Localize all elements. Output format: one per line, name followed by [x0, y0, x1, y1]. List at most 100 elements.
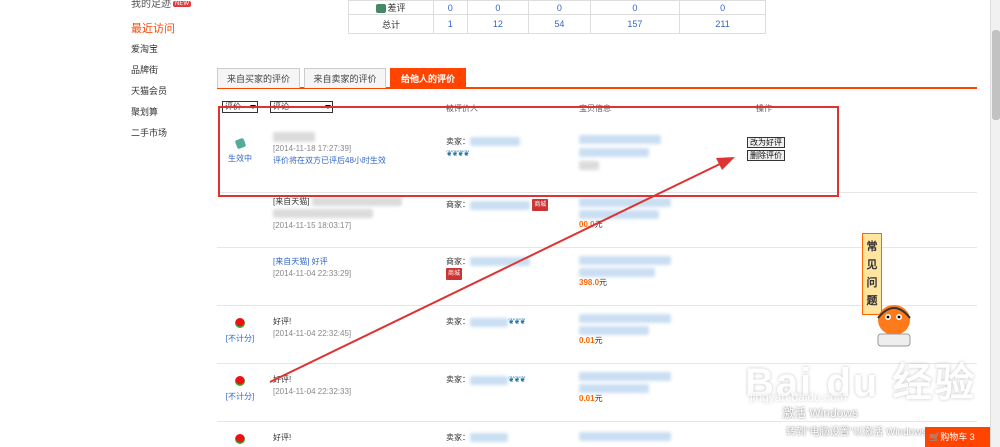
- status-text: [不计分]: [225, 334, 255, 343]
- tab-from-buyers[interactable]: 来自买家的评价: [217, 68, 300, 88]
- blurred-goods[interactable]: [579, 148, 649, 158]
- sidebar-item-juhuasuan[interactable]: 聚划算: [131, 105, 158, 118]
- rating-tabs: 来自买家的评价 来自卖家的评价 给他人的评价: [217, 67, 977, 89]
- mascot-icon: [877, 305, 911, 347]
- row-note: 评价将在双方已评后48小时生效: [273, 156, 386, 165]
- row-time: [2014-11-18 17:27:39]: [273, 144, 352, 153]
- rose-icon: [235, 434, 245, 444]
- col-header-ops: 操作: [756, 104, 772, 113]
- blurred-seller[interactable]: [470, 137, 520, 147]
- blurred-goods[interactable]: [579, 432, 671, 442]
- cart-icon: 🛒: [929, 432, 941, 442]
- status-text: [不计分]: [225, 392, 255, 401]
- activate-windows-text: 转到"电脑设置"以激活 Windows。: [786, 427, 937, 438]
- stats-cell[interactable]: 157: [589, 14, 681, 34]
- rating-filter-select[interactable]: 评价: [222, 101, 258, 113]
- stats-cell[interactable]: 211: [679, 14, 766, 34]
- row-seller: 卖家： ❦❦❦: [446, 375, 526, 385]
- row-ops: 改为好评 删除评价: [747, 137, 785, 163]
- col-header-target: 被评价人: [446, 104, 478, 113]
- row-time: [2014-11-15 18:03:17]: [273, 221, 352, 230]
- sidebar-item-aitaobao[interactable]: 爱淘宝: [131, 42, 158, 55]
- tab-from-sellers[interactable]: 来自卖家的评价: [304, 68, 386, 88]
- row-status: 生效中: [217, 137, 263, 164]
- blurred-goods[interactable]: [579, 210, 659, 220]
- tab-to-others[interactable]: 给他人的评价: [390, 68, 466, 88]
- table-row: 生效中 [2014-11-18 17:27:39] 评价将在双方已评后48小时生…: [217, 127, 977, 193]
- cart-button[interactable]: 🛒购物车 3: [925, 427, 990, 447]
- row-time: [2014-11-04 22:33:29]: [273, 269, 352, 278]
- change-to-good-button[interactable]: 改为好评: [747, 137, 785, 148]
- chevron-down-icon: [250, 105, 256, 109]
- row-goods: 398.0元: [579, 256, 671, 288]
- blurred-seller[interactable]: [470, 317, 508, 327]
- sidebar-item-brand[interactable]: 品牌街: [131, 63, 158, 76]
- blurred-seller[interactable]: [470, 375, 508, 385]
- stats-cell[interactable]: 0: [528, 0, 591, 15]
- row-comment-text: 好评!: [273, 433, 292, 442]
- row-time: [2014-11-04 22:32:33]: [273, 387, 352, 396]
- blurred-goods[interactable]: [579, 256, 671, 266]
- goods-price: 0.01: [579, 394, 595, 404]
- status-text: 生效中: [228, 154, 252, 163]
- row-comment-text: 好评!: [273, 375, 292, 384]
- sidebar-footprint-label: 我的足迹: [131, 0, 171, 10]
- blurred-price: [579, 161, 599, 171]
- row-status: [不计分]: [217, 376, 263, 402]
- row-comment: 好评! [2014-11-04 22:32:45]: [273, 316, 351, 340]
- cart-label: 购物车: [940, 432, 968, 442]
- scrollbar[interactable]: [990, 0, 1000, 447]
- row-goods: 00.0元: [579, 198, 671, 230]
- row-status: [217, 434, 263, 446]
- blurred-goods[interactable]: [579, 198, 671, 208]
- delete-rating-button[interactable]: 删除评价: [747, 150, 785, 161]
- rose-icon: [235, 318, 245, 328]
- blurred-seller[interactable]: [470, 200, 530, 210]
- sidebar-footprint[interactable]: 我的足迹 NEW: [131, 0, 191, 10]
- rating-stats-table: 差评 0 0 0 0 0 总计 1 12 54 157 211: [348, 0, 766, 34]
- bad-rating-icon: [234, 137, 246, 150]
- stats-row-bad: 差评 0 0 0 0 0: [348, 0, 766, 15]
- scroll-thumb[interactable]: [992, 30, 1000, 120]
- blurred-goods[interactable]: [579, 384, 649, 394]
- heart-rank-icon: ❦❦❦❦: [446, 149, 470, 158]
- stats-cell[interactable]: 1: [433, 14, 468, 34]
- row-goods: 0.01元: [579, 372, 671, 404]
- cart-count: 3: [969, 432, 975, 442]
- new-badge: NEW: [173, 1, 191, 8]
- blurred-goods[interactable]: [579, 372, 671, 382]
- stats-row-total: 总计 1 12 54 157 211: [348, 14, 766, 34]
- goods-price: 398.0: [579, 278, 600, 288]
- rose-icon: [235, 376, 245, 386]
- blurred-content: [311, 197, 402, 207]
- row-time: [2014-11-04 22:32:45]: [273, 329, 352, 338]
- heart-rank-icon: ❦❦❦: [508, 317, 526, 326]
- blurred-content: [273, 131, 315, 142]
- col-header-goods: 宝贝信息: [579, 104, 611, 113]
- goods-price: 0.01: [579, 336, 595, 346]
- chevron-down-icon: [325, 105, 331, 109]
- blurred-seller[interactable]: [470, 257, 530, 267]
- comment-filter-select[interactable]: 评论: [270, 101, 333, 113]
- row-comment: [2014-11-18 17:27:39] 评价将在双方已评后48小时生效: [273, 131, 386, 167]
- stats-cell[interactable]: 0: [433, 0, 468, 15]
- sidebar-item-tmall-member[interactable]: 天猫会员: [131, 84, 167, 97]
- row-comment: 好评!: [273, 432, 291, 444]
- row-comment: [来自天猫] 好评 [2014-11-04 22:33:29]: [273, 256, 351, 280]
- stats-cell[interactable]: 12: [466, 14, 530, 34]
- row-status: [不计分]: [217, 318, 263, 344]
- stats-cell[interactable]: 0: [466, 0, 530, 15]
- stats-cell[interactable]: 0: [589, 0, 681, 15]
- tmall-badge: 商城: [532, 199, 549, 211]
- stats-cell[interactable]: 54: [528, 14, 591, 34]
- blurred-goods[interactable]: [579, 135, 661, 145]
- row-goods: [579, 135, 661, 171]
- blurred-seller[interactable]: [470, 433, 508, 443]
- sidebar-item-secondhand[interactable]: 二手市场: [131, 126, 167, 139]
- stats-cell[interactable]: 0: [679, 0, 766, 15]
- row-comment: 好评! [2014-11-04 22:32:33]: [273, 374, 351, 398]
- blurred-goods[interactable]: [579, 314, 671, 324]
- blurred-goods[interactable]: [579, 326, 649, 336]
- goods-price: 00.0: [579, 220, 595, 230]
- blurred-goods[interactable]: [579, 268, 655, 278]
